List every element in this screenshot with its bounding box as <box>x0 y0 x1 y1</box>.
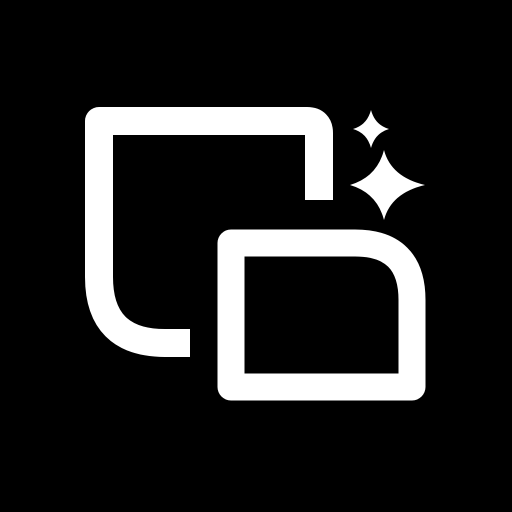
window-sparkle-icon <box>0 0 512 512</box>
app-icon <box>0 0 512 512</box>
